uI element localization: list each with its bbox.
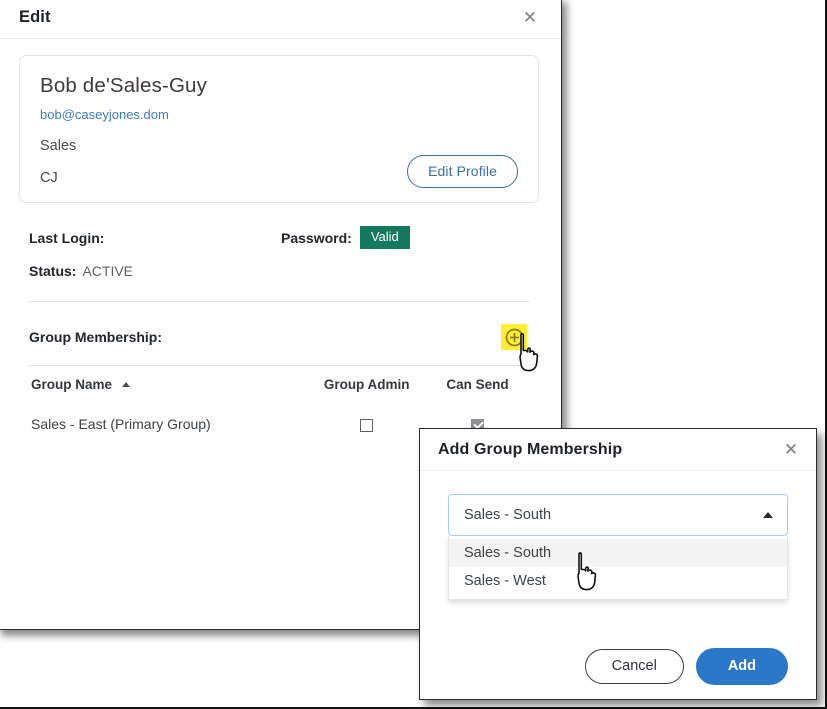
last-login-row: Last Login: Password: Valid [19,226,539,249]
user-department: Sales [40,138,518,154]
section-divider [29,301,529,302]
add-dialog-footer: Cancel Add [420,633,816,699]
group-membership-label: Group Membership: [29,329,162,345]
close-icon[interactable]: ✕ [778,437,804,463]
table-header-row: Group Name Group Admin Can Send [29,366,529,404]
add-dialog-title: Add Group Membership [438,441,622,459]
group-select-value: Sales - South [464,507,551,523]
user-summary-card: Bob de'Sales-Guy bob@caseyjones.dom Sale… [19,55,539,203]
password-label: Password: [281,230,352,246]
screenshot-canvas: Edit ✕ Bob de'Sales-Guy bob@caseyjones.d… [0,0,827,709]
group-select-options: Sales - South Sales - West [448,536,788,600]
last-login-label: Last Login: [29,230,281,246]
add-dialog-cancel-button[interactable]: Cancel [585,649,684,684]
edit-dialog-title: Edit [19,8,51,27]
close-icon[interactable]: ✕ [517,5,543,31]
edit-dialog-header: Edit ✕ [0,0,561,39]
edit-profile-button[interactable]: Edit Profile [407,155,518,188]
group-select-option-sales-south[interactable]: Sales - South [449,539,787,567]
column-header-can-send[interactable]: Can Send [424,366,529,404]
group-select[interactable]: Sales - South [448,494,788,536]
group-membership-header: Group Membership: [19,322,539,352]
status-row: Status: ACTIVE [19,263,539,279]
group-select-wrapper: Sales - South Sales - South Sales - West [448,494,788,536]
column-header-group-name-label: Group Name [31,377,112,392]
cell-group-name: Sales - East (Primary Group) [29,403,307,445]
user-name: Bob de'Sales-Guy [40,74,518,98]
user-email-link[interactable]: bob@caseyjones.dom [40,107,518,122]
status-label: Status: [29,263,76,279]
group-admin-checkbox[interactable] [360,419,373,432]
status-value: ACTIVE [82,263,133,279]
group-select-option-sales-west[interactable]: Sales - West [449,567,787,595]
add-dialog-add-button[interactable]: Add [696,648,788,685]
column-header-group-name[interactable]: Group Name [29,366,307,404]
add-circle-icon[interactable] [501,324,527,350]
sort-ascending-icon [122,382,130,387]
add-dialog-header: Add Group Membership ✕ [420,429,816,471]
column-header-group-admin[interactable]: Group Admin [307,366,424,404]
add-dialog-body: Sales - South Sales - South Sales - West [420,471,816,536]
cell-group-admin [307,403,424,445]
password-status-badge: Valid [360,226,410,249]
add-group-membership-dialog: Add Group Membership ✕ Sales - South Sal… [419,428,817,700]
chevron-up-icon[interactable] [763,512,773,518]
